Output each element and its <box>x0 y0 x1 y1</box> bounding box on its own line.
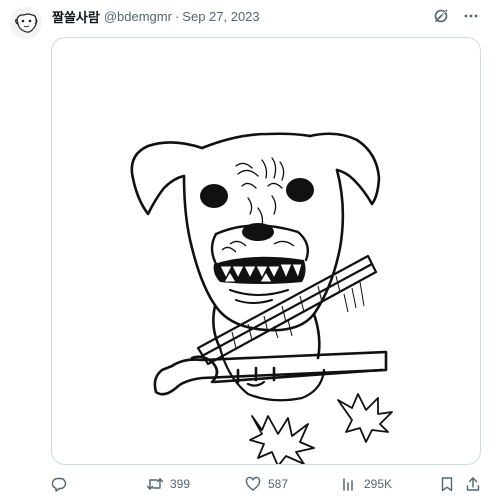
views-icon <box>340 475 358 493</box>
post-header: 짤쓸사람 @bdemgmr · Sep 27, 2023 <box>52 7 260 26</box>
separator-dot: · <box>174 8 180 24</box>
share-button[interactable] <box>464 471 482 497</box>
avatar-drawing-icon <box>10 7 42 39</box>
repost-count: 399 <box>170 477 191 491</box>
bookmark-icon <box>438 475 456 493</box>
post-media[interactable] <box>51 37 481 465</box>
grok-icon[interactable] <box>431 6 451 26</box>
views-count: 295K <box>364 477 393 491</box>
share-icon <box>464 475 482 493</box>
action-bar: 399 587 295K <box>44 471 484 497</box>
like-count: 587 <box>268 477 289 491</box>
more-icon[interactable] <box>461 6 481 26</box>
repost-button[interactable]: 399 <box>146 471 190 497</box>
tweet: 짤쓸사람 @bdemgmr · Sep 27, 2023 399 587 295… <box>0 0 493 500</box>
header-actions <box>431 6 481 26</box>
repost-icon <box>146 475 164 493</box>
display-name[interactable]: 짤쓸사람 <box>52 7 100 26</box>
post-date[interactable]: Sep 27, 2023 <box>182 9 259 24</box>
reply-button[interactable] <box>50 471 74 497</box>
heart-icon <box>244 475 262 493</box>
avatar[interactable] <box>10 7 42 39</box>
bookmark-button[interactable] <box>438 471 456 497</box>
views-button[interactable]: 295K <box>340 471 392 497</box>
user-handle[interactable]: @bdemgmr <box>104 9 172 24</box>
like-button[interactable]: 587 <box>244 471 288 497</box>
dog-drawing-image <box>130 132 393 464</box>
reply-icon <box>50 475 68 493</box>
